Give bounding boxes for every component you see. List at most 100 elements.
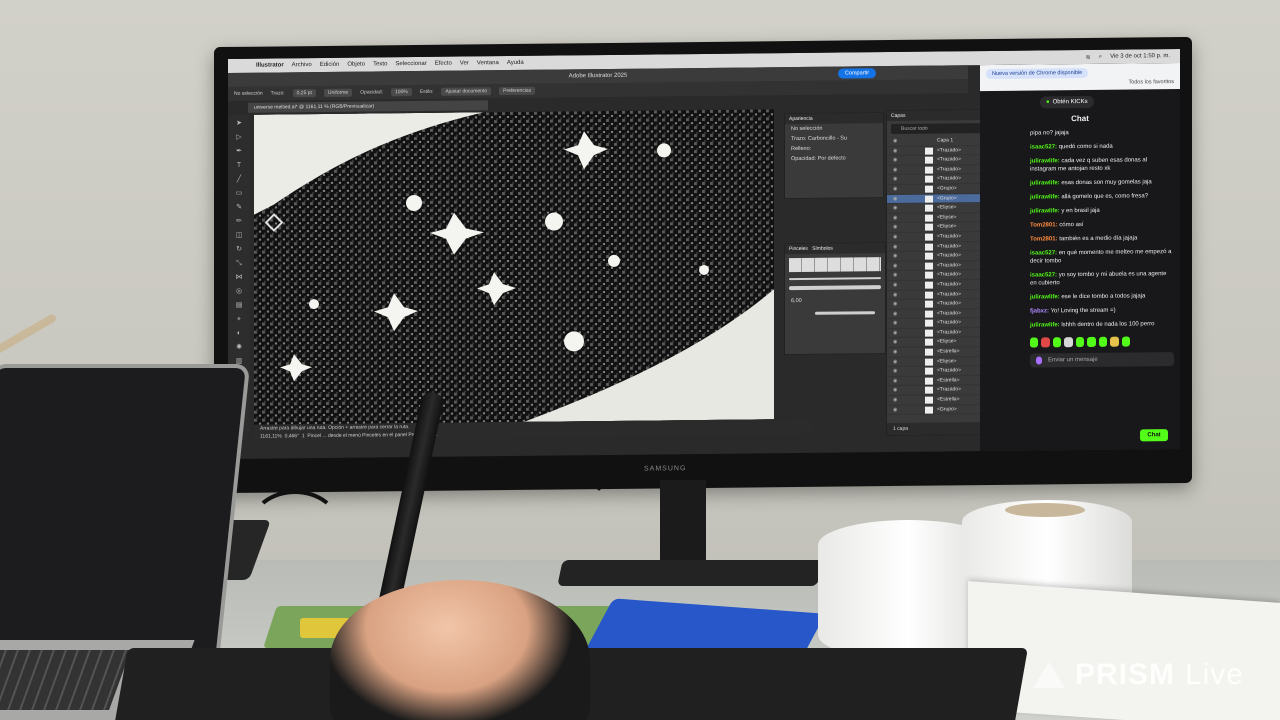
emote-icon[interactable] [1041, 337, 1050, 348]
eye-icon[interactable]: ◉ [893, 223, 897, 233]
chat-username[interactable]: julirawlife: [1030, 294, 1060, 300]
eye-icon[interactable]: ◉ [893, 338, 897, 348]
zoom-level[interactable]: 1161,11% [260, 433, 282, 439]
chat-username[interactable]: isaac527: [1030, 272, 1057, 278]
eye-icon[interactable]: ◉ [893, 252, 897, 262]
brush-stroke-preview[interactable] [789, 277, 881, 281]
eye-icon[interactable]: ◉ [893, 367, 897, 377]
adjust-document-button[interactable]: Ajustar documento [441, 87, 492, 96]
chat-username[interactable]: isaac527: [1030, 144, 1057, 150]
symbol-sprayer-tool-icon[interactable]: ✺ [233, 343, 245, 353]
blend-tool-icon[interactable]: ◐ [233, 329, 245, 339]
chat-username[interactable]: julirawlife: [1030, 208, 1060, 214]
eye-icon[interactable]: ◉ [893, 242, 897, 252]
chat-username[interactable]: julirawlife: [1030, 158, 1060, 164]
emote-icon[interactable] [1110, 336, 1119, 347]
eye-icon[interactable]: ◉ [893, 396, 897, 406]
direct-selection-tool-icon[interactable]: ▷ [233, 133, 245, 143]
emote-icon[interactable] [1064, 337, 1073, 348]
menu-seleccionar[interactable]: Seleccionar [395, 61, 426, 67]
artboard-canvas[interactable] [254, 109, 774, 425]
eye-icon[interactable]: ◉ [893, 262, 897, 272]
appearance-opacity-row[interactable]: Opacidad: Por defecto [785, 153, 883, 164]
chat-username[interactable]: Tom2801: [1030, 222, 1058, 228]
eye-icon[interactable]: ◉ [893, 348, 897, 358]
eye-icon[interactable]: ◉ [893, 386, 897, 396]
brush-swatches[interactable] [789, 257, 881, 273]
share-button[interactable]: Compartir [838, 68, 876, 79]
eye-icon[interactable]: ◉ [893, 329, 897, 339]
eye-icon[interactable]: ◉ [893, 300, 897, 310]
brush-stroke-preview[interactable] [815, 311, 875, 315]
eye-icon[interactable]: ◉ [893, 271, 897, 281]
selection-tool-icon[interactable]: ➤ [233, 119, 245, 129]
paintbrush-tool-icon[interactable]: ✎ [233, 203, 245, 213]
preferences-button[interactable]: Preferencias [499, 86, 536, 96]
eraser-tool-icon[interactable]: ◫ [233, 231, 245, 241]
menu-illustrator[interactable]: Illustrator [256, 62, 284, 68]
emote-icon[interactable] [1087, 336, 1096, 347]
emote-icon[interactable] [1052, 337, 1062, 348]
chat-username[interactable]: julirawlife: [1030, 322, 1060, 328]
eye-icon[interactable]: ◉ [893, 185, 897, 195]
eye-icon[interactable]: ◉ [893, 290, 897, 300]
eye-icon[interactable]: ◉ [893, 281, 897, 291]
menu-objeto[interactable]: Objeto [347, 62, 365, 68]
menu-archivo[interactable]: Archivo [292, 62, 312, 68]
stroke-weight-field[interactable]: 0,25 pt [292, 89, 316, 98]
eye-icon[interactable]: ◉ [893, 406, 897, 416]
eye-icon[interactable]: ◉ [893, 319, 897, 329]
artboard-number[interactable]: 1 [302, 433, 305, 439]
get-kicks-button[interactable]: Obtén KICKs [1040, 95, 1094, 109]
document-tab[interactable]: universe meltied.ai* @ 1161,11 % (RGB/Pr… [248, 100, 488, 113]
eye-icon[interactable]: ◉ [893, 175, 897, 185]
opacity-field[interactable]: 100% [391, 88, 412, 97]
eye-icon[interactable]: ◉ [893, 233, 897, 243]
wifi-icon[interactable]: ≋ [1086, 53, 1091, 60]
gradient-tool-icon[interactable]: ▤ [233, 301, 245, 311]
chrome-update-badge[interactable]: Nueva versión de Chrome disponible [986, 67, 1089, 80]
menu-ventana[interactable]: Ventana [477, 60, 499, 66]
stroke-profile-select[interactable]: Uniforme [323, 88, 353, 97]
menu-texto[interactable]: Texto [373, 61, 387, 67]
shape-builder-tool-icon[interactable]: ◎ [233, 287, 245, 297]
width-tool-icon[interactable]: ⋈ [233, 273, 245, 283]
chat-username[interactable]: isaac527: [1030, 250, 1057, 256]
eye-icon[interactable]: ◉ [893, 195, 897, 205]
emote-icon[interactable] [1098, 336, 1108, 347]
brush-stroke-preview[interactable] [789, 285, 881, 291]
chat-username[interactable]: julirawlife: [1030, 180, 1060, 186]
chat-username[interactable]: julirawlife: [1030, 194, 1060, 200]
tab-pinceles[interactable]: Pinceles [789, 246, 808, 252]
graph-tool-icon[interactable]: ▥ [233, 357, 245, 367]
pen-tool-icon[interactable]: ✒ [233, 147, 245, 157]
menu-ver[interactable]: Ver [460, 60, 469, 66]
chat-message-list[interactable]: pipa no? jajaja isaac527: quedó como si n… [980, 126, 1180, 332]
eye-icon[interactable]: ◉ [893, 204, 897, 214]
eye-icon[interactable]: ◉ [893, 214, 897, 224]
rotate-tool-icon[interactable]: ↻ [233, 245, 245, 255]
eye-icon[interactable]: ◉ [893, 310, 897, 320]
line-tool-icon[interactable]: ╱ [233, 175, 245, 185]
tab-simbolos[interactable]: Símbolos [812, 246, 833, 252]
emote-icon[interactable] [1030, 337, 1039, 348]
emote-icon[interactable] [1121, 336, 1130, 347]
rectangle-tool-icon[interactable]: ▭ [233, 189, 245, 199]
rotation-angle[interactable]: 0,466° [285, 433, 300, 439]
menu-efecto[interactable]: Efecto [435, 61, 452, 67]
eyedropper-tool-icon[interactable]: ⌖ [233, 315, 245, 325]
eye-icon[interactable]: ◉ [893, 377, 897, 387]
eye-icon[interactable]: ◉ [893, 137, 897, 147]
chat-message-input[interactable]: Enviar un mensaje [1030, 352, 1174, 368]
chat-send-button[interactable]: Chat [1140, 429, 1168, 442]
bookmarks-folder[interactable]: Todos los favoritos [986, 79, 1174, 87]
type-tool-icon[interactable]: T [233, 161, 245, 171]
menubar-clock[interactable]: Vie 3 de oct 1:50 p. m. [1110, 53, 1170, 61]
pencil-tool-icon[interactable]: ✏ [233, 217, 245, 227]
search-icon[interactable]: ⌕ [1099, 53, 1102, 60]
eye-icon[interactable]: ◉ [893, 147, 897, 157]
chat-username[interactable]: Tom2801: [1030, 236, 1058, 242]
menu-ayuda[interactable]: Ayuda [507, 60, 524, 66]
scale-tool-icon[interactable]: ⤡ [233, 259, 245, 269]
eye-icon[interactable]: ◉ [893, 156, 897, 166]
